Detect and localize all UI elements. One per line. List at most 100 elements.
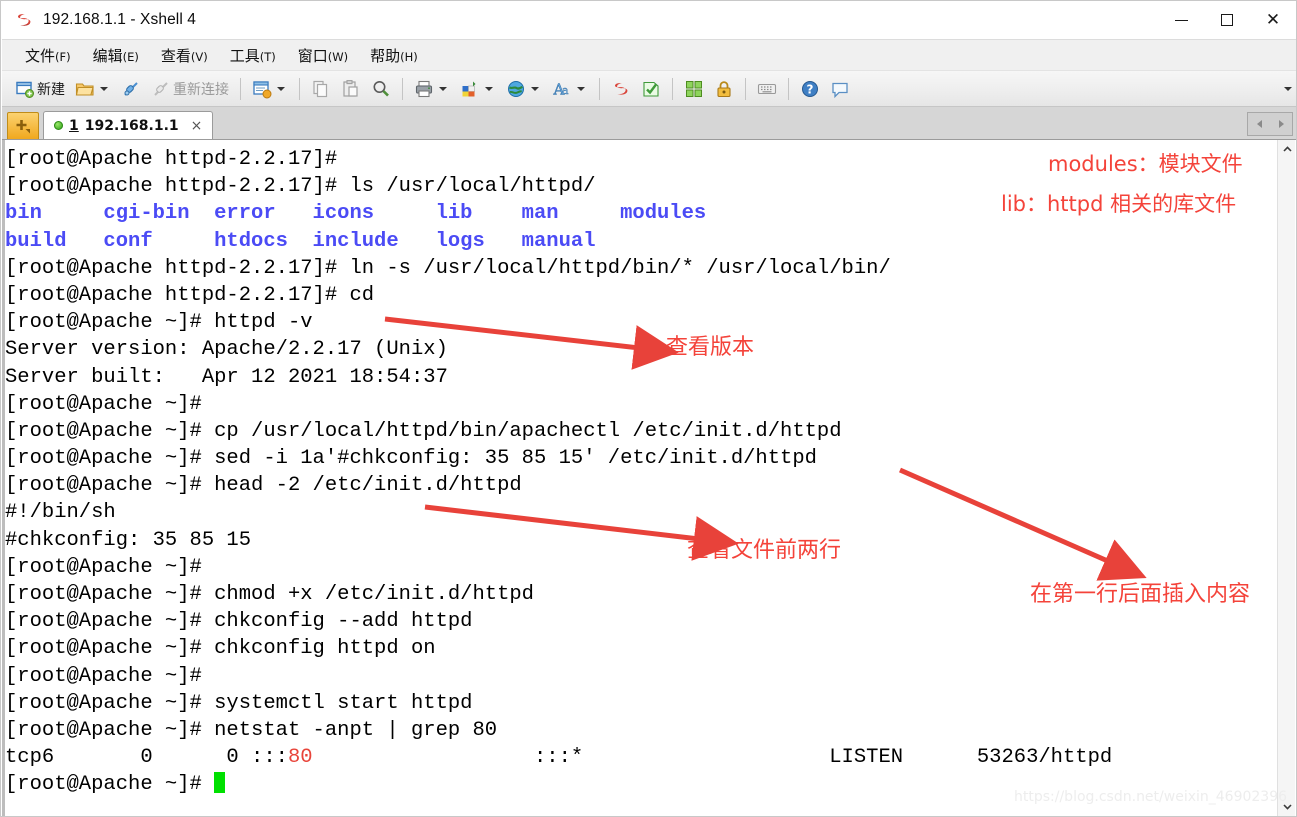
session-manager-icon — [252, 79, 272, 99]
menu-file[interactable]: 文件(F) — [14, 42, 82, 69]
tab-close-icon[interactable]: × — [191, 118, 203, 134]
terminal-line: [root@Apache ~]# systemctl start httpd — [5, 691, 473, 715]
terminal-line: [root@Apache ~]# — [5, 392, 215, 416]
toolbar-separator-3 — [402, 77, 403, 100]
terminal-scrollbar[interactable] — [1277, 140, 1295, 816]
menu-file-label: 文件 — [25, 46, 56, 65]
find-button[interactable] — [366, 74, 396, 103]
toolbar-separator-1 — [240, 77, 241, 100]
color-palette-icon — [460, 79, 480, 99]
menu-view[interactable]: 查看(V) — [150, 42, 219, 69]
tab-scroll-right-button[interactable] — [1270, 113, 1292, 135]
terminal-line: [root@Apache ~]# — [5, 664, 215, 688]
scrollbar-up-button[interactable] — [1278, 140, 1296, 158]
help-button[interactable]: ? — [795, 74, 825, 103]
folder-open-icon — [75, 79, 95, 99]
menu-tools-mnemonic: (T) — [259, 49, 276, 64]
tab-scroll-left-button[interactable] — [1248, 113, 1270, 135]
menu-edit-mnemonic: (E) — [122, 49, 139, 64]
xftp-button[interactable] — [636, 74, 666, 103]
new-tab-button[interactable] — [7, 112, 39, 139]
xshell-button[interactable] — [606, 74, 636, 103]
menu-help[interactable]: 帮助(H) — [359, 42, 429, 69]
open-session-button[interactable] — [70, 74, 116, 103]
print-button[interactable] — [409, 74, 455, 103]
session-manager-button[interactable] — [247, 74, 293, 103]
new-session-label: 新建 — [37, 81, 65, 98]
search-icon — [371, 79, 391, 99]
new-session-button[interactable]: 新建 — [10, 74, 70, 103]
reconnect-icon — [151, 79, 171, 99]
terminal-line: [root@Apache ~]# chkconfig --add httpd — [5, 610, 473, 634]
connect-button[interactable] — [116, 74, 146, 103]
speech-bubble-icon — [830, 79, 850, 99]
menu-view-label: 查看 — [160, 46, 191, 65]
keyboard-icon — [757, 79, 777, 99]
terminal-line: [root@Apache ~]# head -2 /etc/init.d/htt… — [5, 474, 522, 498]
menu-edit-label: 编辑 — [92, 46, 123, 65]
menu-window-label: 窗口 — [297, 46, 328, 65]
feedback-button[interactable] — [825, 74, 855, 103]
menu-window-mnemonic: (W) — [327, 49, 349, 64]
tile-layout-icon — [684, 79, 704, 99]
layout-button[interactable] — [679, 74, 709, 103]
encoding-dropdown-icon[interactable] — [531, 86, 539, 91]
terminal-output: [root@Apache httpd-2.2.17]# [root@Apache… — [5, 146, 1275, 799]
menu-bar: 文件(F) 编辑(E) 查看(V) 工具(T) 窗口(W) 帮助(H) — [2, 39, 1296, 70]
maximize-button[interactable] — [1204, 1, 1250, 39]
menu-view-mnemonic: (V) — [190, 49, 208, 64]
terminal-line: #chkconfig: 35 85 15 — [5, 528, 252, 552]
close-icon: ✕ — [1265, 9, 1281, 30]
menu-window[interactable]: 窗口(W) — [287, 42, 359, 69]
paste-button[interactable] — [336, 74, 366, 103]
copy-button[interactable] — [306, 74, 336, 103]
session-manager-dropdown-icon[interactable] — [277, 86, 285, 91]
menu-file-mnemonic: (F) — [55, 49, 71, 64]
tab-scroll-controls — [1247, 112, 1293, 136]
reconnect-button[interactable]: 重新连接 — [146, 74, 234, 103]
tab-session-1[interactable]: 1 192.168.1.1 × — [43, 111, 214, 139]
terminal-line: [root@Apache ~]# sed -i 1a'#chkconfig: 3… — [5, 447, 817, 471]
print-dropdown-icon[interactable] — [439, 86, 447, 91]
tab-bar: 1 192.168.1.1 × — [2, 107, 1296, 140]
printer-icon — [414, 79, 434, 99]
encoding-button[interactable] — [501, 74, 547, 103]
paste-icon — [341, 79, 361, 99]
keyboard-button[interactable] — [752, 74, 782, 103]
netstat-prefix: tcp6 0 0 ::: — [5, 746, 288, 770]
color-scheme-dropdown-icon[interactable] — [485, 86, 493, 91]
close-button[interactable]: ✕ — [1250, 1, 1296, 39]
terminal-line: [root@Apache ~]# netstat -anpt | grep 80 — [5, 718, 498, 742]
annotation-modules: modules：模块文件 — [1048, 152, 1243, 176]
netstat-suffix: :::* LISTEN 53263/httpd — [312, 746, 1113, 770]
terminal-line: [root@Apache ~]# cp /usr/local/httpd/bin… — [5, 419, 842, 443]
terminal-line: [root@Apache httpd-2.2.17]# cd — [5, 283, 375, 307]
toolbar-separator-4 — [599, 77, 600, 100]
directory-entry-list: bin cgi-bin error icons lib man modules — [5, 202, 707, 226]
xshell-window: 192.168.1.1 - Xshell 4 ✕ 文件(F) 编辑(E) 查看(… — [0, 0, 1297, 817]
terminal-panel[interactable]: [root@Apache httpd-2.2.17]# [root@Apache… — [2, 140, 1296, 816]
shell-prompt: [root@Apache ~]# — [5, 773, 215, 797]
new-session-icon — [15, 79, 35, 99]
menu-tools[interactable]: 工具(T) — [219, 42, 287, 69]
font-dropdown-icon[interactable] — [577, 86, 585, 91]
terminal-line: tcp6 0 0 :::80 :::* LISTEN 53263/httpd — [5, 744, 1275, 771]
minimize-button[interactable] — [1158, 1, 1204, 39]
globe-icon — [506, 79, 526, 99]
open-session-dropdown-icon[interactable] — [100, 86, 108, 91]
chevron-left-icon — [1256, 120, 1262, 128]
color-scheme-button[interactable] — [455, 74, 501, 103]
menu-tools-label: 工具 — [229, 46, 260, 65]
help-question-icon: ? — [800, 79, 820, 99]
lock-button[interactable] — [709, 74, 739, 103]
connect-plug-icon — [121, 79, 141, 99]
menu-edit[interactable]: 编辑(E) — [82, 42, 150, 69]
terminal-line: [root@Apache httpd-2.2.17]# ln -s /usr/l… — [5, 256, 891, 280]
tab-status-icon — [54, 121, 63, 130]
toolbar-separator-2 — [299, 77, 300, 100]
toolbar-overflow-button[interactable] — [1280, 74, 1296, 103]
xftp-icon — [641, 79, 661, 99]
window-controls: ✕ — [1158, 1, 1296, 39]
chevron-up-icon — [1282, 146, 1292, 152]
font-button[interactable]: A a — [547, 74, 593, 103]
